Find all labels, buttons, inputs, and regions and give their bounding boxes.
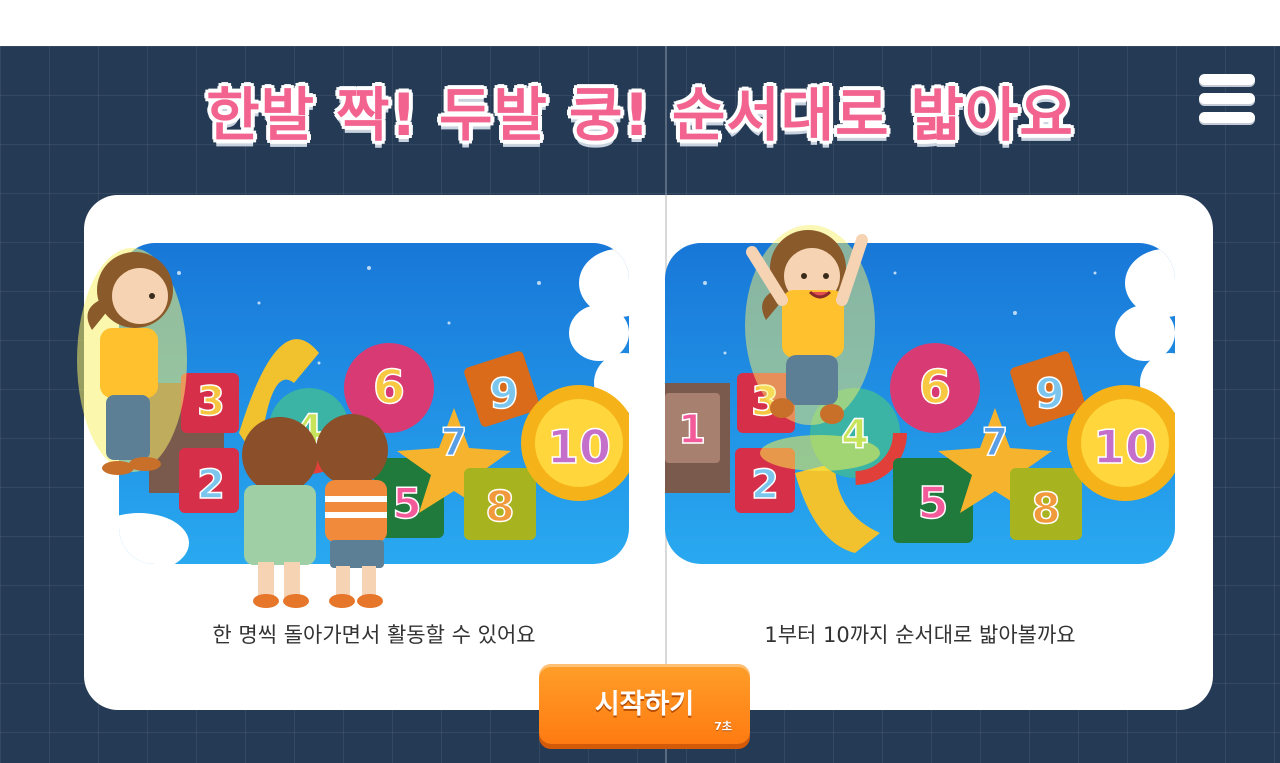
caption-right: 1부터 10까지 순서대로 밟아볼까요 xyxy=(764,623,1076,647)
block-number: 3 xyxy=(751,379,779,425)
caption-left: 한 명씩 돌아가면서 활동할 수 있어요 xyxy=(212,623,536,647)
scene-kids-waiting: 3 2 4 5 6 9 7 8 10 xyxy=(119,243,629,564)
start-countdown: 7초 xyxy=(714,720,732,733)
scene-girl-jumping: 1 3 2 4 5 6 9 7 8 10 xyxy=(665,243,1175,564)
menu-bar xyxy=(1199,112,1255,123)
game-title: 한발 짝! 두발 쿵! 순서대로 밟아요 xyxy=(206,81,1074,149)
block-number: 8 xyxy=(1031,484,1060,533)
start-button-label: 시작하기 xyxy=(594,689,695,720)
block-number: 8 xyxy=(485,482,514,531)
block-number: 5 xyxy=(918,478,949,529)
block-number: 1 xyxy=(678,407,706,453)
block-number: 10 xyxy=(1093,420,1157,474)
start-button[interactable]: 시작하기 7초 xyxy=(539,664,750,744)
menu-bar xyxy=(1199,93,1255,104)
block-number: 9 xyxy=(1035,369,1064,418)
instruction-card: 3 2 4 5 6 9 7 8 10 한 명씩 돌아가면서 활동할 수 있어요 xyxy=(84,195,1213,710)
block-number: 2 xyxy=(197,462,225,508)
block-number: 6 xyxy=(919,360,951,414)
menu-bar xyxy=(1199,74,1255,85)
game-stage: 한발 짝! 두발 쿵! 순서대로 밟아요 3 2 4 5 6 9 7 8 10 … xyxy=(0,46,1280,763)
hamburger-menu-icon[interactable] xyxy=(1199,74,1257,130)
block-number: 7 xyxy=(441,420,467,464)
block-number: 3 xyxy=(197,379,225,425)
top-blank-bar xyxy=(0,0,1280,46)
block-number: 6 xyxy=(373,360,405,414)
block-number: 4 xyxy=(295,407,323,453)
block-number: 2 xyxy=(751,462,779,508)
block-number: 9 xyxy=(489,369,518,418)
block-number: 4 xyxy=(841,412,869,458)
block-number: 5 xyxy=(392,479,421,528)
block-number: 10 xyxy=(547,420,611,474)
block-number: 7 xyxy=(982,420,1008,464)
